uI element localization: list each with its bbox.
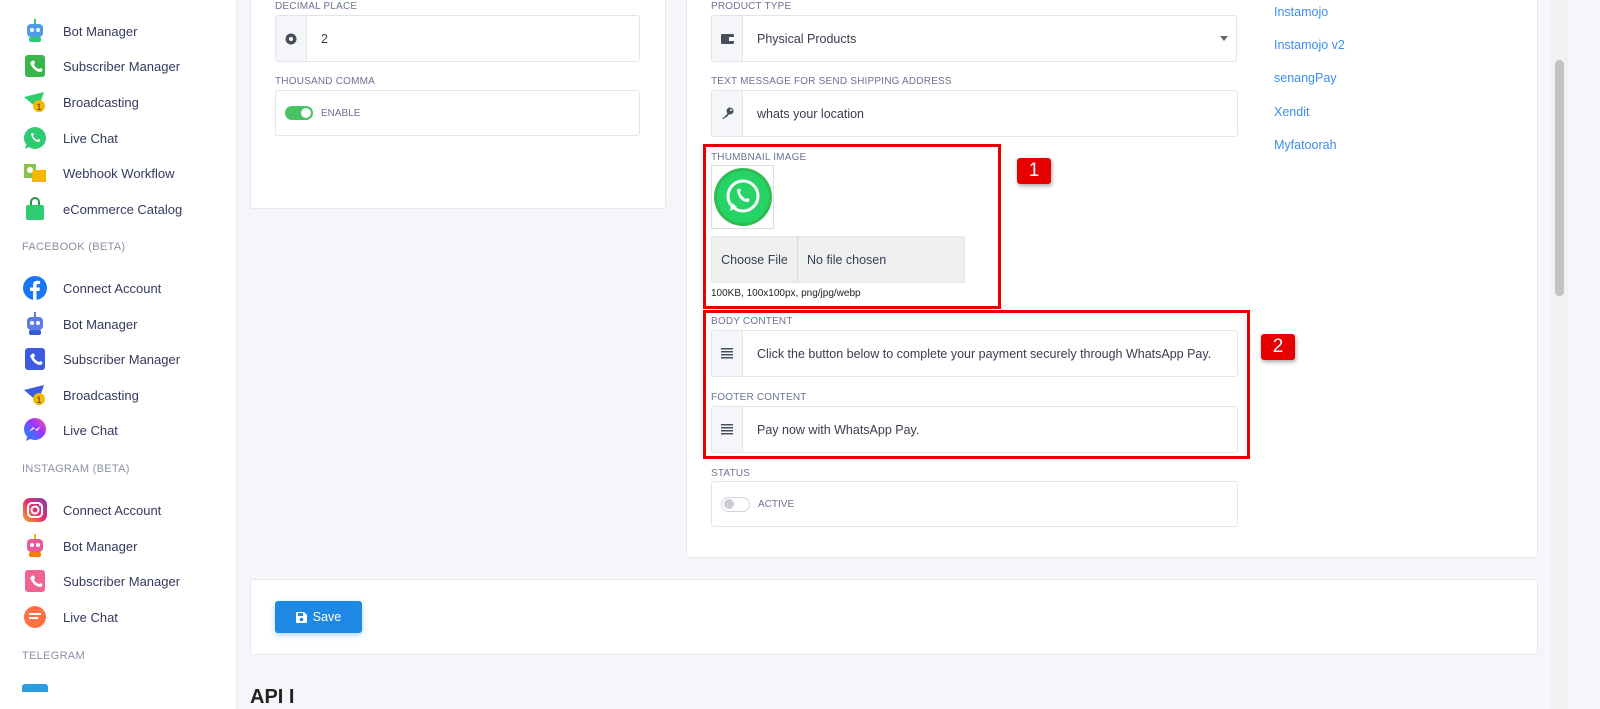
sidebar-item-label: Subscriber Manager bbox=[63, 573, 181, 589]
product-type-value: Physical Products bbox=[757, 31, 857, 46]
sidebar-item-label: Subscriber Manager bbox=[63, 58, 181, 74]
key-icon bbox=[712, 91, 743, 136]
sidebar-item-label: Live Chat bbox=[63, 422, 118, 438]
sidebar-item-facebook-subscriber-manager[interactable]: Subscriber Manager bbox=[22, 344, 180, 374]
decimal-place-field[interactable]: 2 bbox=[275, 15, 640, 62]
annotation-box-2 bbox=[703, 310, 1250, 459]
sidebar-item-label: Live Chat bbox=[63, 130, 118, 146]
sidebar-item-label: Connect Account bbox=[63, 280, 162, 296]
sidebar-item-label: Bot Manager bbox=[63, 316, 138, 332]
sidebar-item-instagram-bot-manager[interactable]: Bot Manager bbox=[22, 531, 137, 561]
chevron-down-icon[interactable] bbox=[1212, 16, 1236, 61]
status-toggle-label: ACTIVE bbox=[758, 498, 795, 510]
status-label: STATUS bbox=[711, 468, 751, 479]
annotation-box-1 bbox=[703, 144, 1001, 309]
save-card bbox=[250, 579, 1538, 655]
sidebar-item-label: Broadcasting bbox=[63, 387, 139, 403]
sidebar-item-label: Bot Manager bbox=[63, 538, 138, 554]
messenger-icon bbox=[22, 417, 48, 443]
sidebar-item-webhook-workflow[interactable]: Webhook Workflow bbox=[22, 158, 175, 188]
sidebar-item-subscriber-manager[interactable]: Subscriber Manager bbox=[22, 51, 180, 81]
sidebar-item-facebook-live-chat[interactable]: Live Chat bbox=[22, 415, 118, 445]
annotation-tag-1: 1 bbox=[1017, 158, 1051, 184]
facebook-icon bbox=[22, 275, 48, 301]
svg-text:1: 1 bbox=[36, 102, 41, 112]
chat-icon bbox=[22, 604, 48, 630]
annotation-tag-2: 2 bbox=[1261, 334, 1295, 360]
sidebar: Bot Manager Subscriber Manager 1 Broadca… bbox=[0, 0, 237, 709]
product-type-label: PRODUCT TYPE bbox=[711, 1, 792, 12]
sidebar-item-facebook-bot-manager[interactable]: Bot Manager bbox=[22, 309, 137, 339]
sidebar-heading-facebook: FACEBOOK (BETA) bbox=[22, 241, 126, 253]
save-button[interactable]: Save bbox=[275, 601, 362, 633]
status-toggle[interactable] bbox=[721, 496, 750, 512]
instagram-icon bbox=[22, 497, 48, 523]
thousand-comma-field: ENABLE bbox=[275, 90, 640, 136]
sidebar-item-label: Connect Account bbox=[63, 502, 162, 518]
section-heading-api: API I bbox=[250, 686, 295, 708]
subscriber-icon bbox=[22, 53, 48, 79]
sidebar-item-label: Webhook Workflow bbox=[63, 165, 175, 181]
save-button-label: Save bbox=[312, 610, 342, 624]
sidebar-item-label: Subscriber Manager bbox=[63, 351, 181, 367]
svg-text:1: 1 bbox=[36, 395, 41, 405]
scrollbar-thumb[interactable] bbox=[1555, 60, 1564, 296]
subscriber-icon bbox=[22, 346, 48, 372]
sidebar-item-instagram-connect[interactable]: Connect Account bbox=[22, 495, 161, 525]
wallet-icon bbox=[712, 16, 743, 61]
whatsapp-icon bbox=[22, 125, 48, 151]
telegram-icon bbox=[22, 684, 48, 692]
product-type-select[interactable]: Physical Products bbox=[711, 15, 1237, 62]
sidebar-heading-telegram: TELEGRAM bbox=[22, 650, 85, 662]
bot-icon bbox=[22, 18, 48, 44]
gateway-link-xendit[interactable]: Xendit bbox=[1274, 105, 1309, 119]
floppy-disk-icon bbox=[295, 611, 307, 623]
sidebar-item-instagram-subscriber-manager[interactable]: Subscriber Manager bbox=[22, 566, 180, 596]
bot-icon bbox=[22, 311, 48, 337]
decimal-place-input[interactable]: 2 bbox=[307, 16, 328, 61]
gateway-link-instamojo[interactable]: Instamojo bbox=[1274, 5, 1328, 19]
text-message-label: TEXT MESSAGE FOR SEND SHIPPING ADDRESS bbox=[711, 76, 952, 87]
sidebar-item-facebook-connect[interactable]: Connect Account bbox=[22, 273, 161, 303]
decimal-place-label: DECIMAL PLACE bbox=[275, 1, 358, 12]
gateway-link-senangpay[interactable]: senangPay bbox=[1274, 71, 1337, 85]
thousand-comma-toggle[interactable] bbox=[285, 106, 313, 120]
sidebar-item-ecommerce-catalog[interactable]: eCommerce Catalog bbox=[22, 194, 182, 224]
scrollbar[interactable] bbox=[1551, 0, 1568, 709]
sidebar-item-broadcasting[interactable]: 1 Broadcasting bbox=[22, 87, 139, 117]
subscriber-icon bbox=[22, 568, 48, 594]
sidebar-item-facebook-broadcasting[interactable]: 1 Broadcasting bbox=[22, 380, 139, 410]
gateway-link-myfatoorah[interactable]: Myfatoorah bbox=[1274, 138, 1337, 152]
sidebar-item-label: eCommerce Catalog bbox=[63, 201, 183, 217]
sidebar-item-instagram-live-chat[interactable]: Live Chat bbox=[22, 602, 118, 632]
broadcast-icon: 1 bbox=[22, 382, 48, 408]
status-field: ACTIVE bbox=[711, 481, 1238, 527]
broadcast-icon: 1 bbox=[22, 89, 48, 115]
text-message-field[interactable]: whats your location bbox=[711, 90, 1238, 137]
thousand-comma-toggle-label: ENABLE bbox=[321, 107, 361, 119]
sidebar-item-live-chat[interactable]: Live Chat bbox=[22, 123, 118, 153]
thousand-comma-label: THOUSAND COMMA bbox=[275, 76, 376, 87]
sidebar-item-bot-manager[interactable]: Bot Manager bbox=[22, 16, 137, 46]
shopping-bag-icon bbox=[22, 196, 48, 222]
bot-icon bbox=[22, 533, 48, 559]
sidebar-item-label: Live Chat bbox=[63, 609, 118, 625]
sidebar-item-label: Broadcasting bbox=[63, 94, 139, 110]
sidebar-item-label: Bot Manager bbox=[63, 23, 138, 39]
gateway-link-instamojo-v2[interactable]: Instamojo v2 bbox=[1274, 38, 1345, 52]
text-message-input[interactable]: whats your location bbox=[743, 91, 864, 136]
sidebar-heading-instagram: INSTAGRAM (BETA) bbox=[22, 463, 130, 475]
webhook-icon bbox=[22, 160, 48, 186]
decimal-dot-icon bbox=[276, 16, 307, 61]
